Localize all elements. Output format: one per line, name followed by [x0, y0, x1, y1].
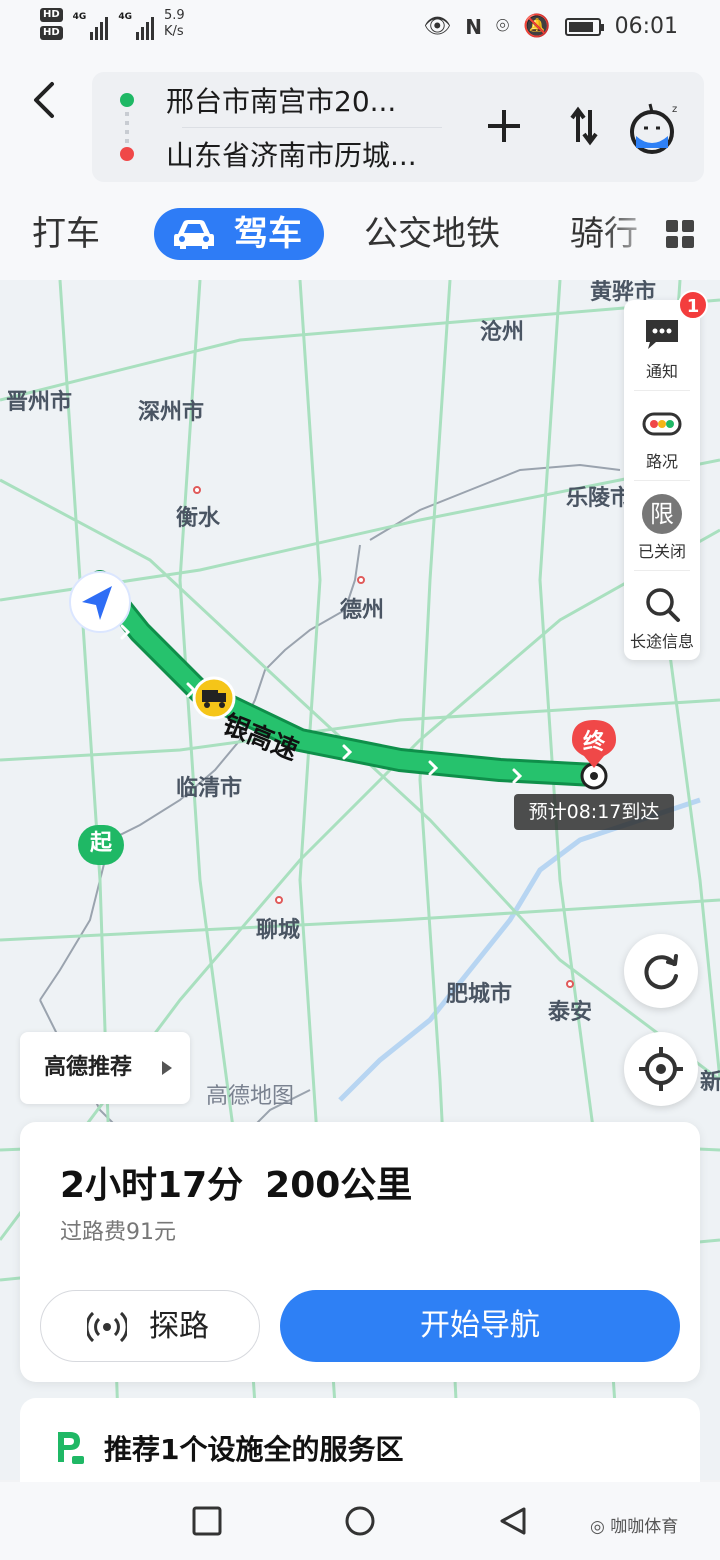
city-label: 乐陵市: [566, 486, 633, 511]
plus-icon: [488, 110, 520, 142]
destination-text: 山东省济南市历城...: [166, 139, 417, 172]
traffic-button[interactable]: 路况: [624, 390, 700, 480]
start-navigation-button[interactable]: 开始导航: [280, 1290, 680, 1362]
toll-fee: 过路费91元: [60, 1220, 176, 1245]
wechat-watermark: ◎ 咖咖体育: [590, 1512, 678, 1537]
locate-me-button[interactable]: [624, 1032, 698, 1106]
crosshair-icon: [639, 1047, 683, 1091]
end-pin-label: 终: [582, 730, 605, 755]
system-nav-bar: ◎ 咖咖体育: [0, 1482, 720, 1560]
play-triangle-icon: [162, 1061, 172, 1075]
parking-icon: [58, 1432, 84, 1464]
city-label: 晋州市: [6, 390, 73, 415]
tab-taxi[interactable]: 打车: [32, 208, 100, 260]
explore-button[interactable]: 探路: [40, 1290, 260, 1362]
tab-fade: [602, 202, 662, 268]
clock: 06:01: [614, 14, 678, 39]
more-modes-grid-icon[interactable]: [666, 220, 694, 248]
city-dot: [357, 576, 365, 584]
swap-route-button[interactable]: [560, 102, 608, 161]
wechat-icon: ◎: [590, 1517, 605, 1537]
restriction-button[interactable]: 限 已关闭: [624, 480, 700, 570]
route-input-box: 邢台市南宫市20... 山东省济南市历城... z: [92, 72, 704, 182]
svg-text:z: z: [672, 104, 677, 115]
notify-label: 通知: [645, 362, 678, 381]
city-label: 沧州: [480, 320, 525, 345]
end-pin: 终: [570, 718, 618, 770]
recommend-label: 高德推荐: [44, 1055, 133, 1080]
tab-transit[interactable]: 公交地铁: [364, 208, 500, 260]
city-label: 德州: [340, 598, 385, 623]
traffic-label: 路况: [645, 452, 678, 471]
destination-field[interactable]: 山东省济南市历城...: [92, 128, 472, 180]
recents-square-icon[interactable]: [192, 1506, 222, 1536]
city-dot: [193, 486, 201, 494]
end-marker: [570, 996, 618, 1048]
broadcast-icon: [87, 1311, 127, 1343]
distance: 200公里: [265, 1165, 413, 1206]
home-circle-icon[interactable]: [345, 1506, 375, 1536]
network-speed-unit: K/s: [163, 24, 184, 39]
origin-field[interactable]: 邢台市南宫市20...: [92, 74, 472, 126]
route-summary: 2小时17分 200公里: [60, 1156, 412, 1208]
tab-drive[interactable]: 驾车: [154, 208, 324, 260]
longtrip-info-button[interactable]: 长途信息: [624, 570, 700, 660]
city-label: 深州市: [138, 400, 205, 425]
location-icon: ⌾: [495, 14, 510, 39]
car-icon: [174, 220, 214, 249]
city-label: 临清市: [176, 776, 243, 801]
battery-icon: [564, 17, 604, 36]
bell-off-icon: 🔕: [523, 14, 551, 39]
voice-assistant-button[interactable]: z: [626, 100, 682, 156]
add-waypoint-button[interactable]: [480, 102, 528, 161]
message-icon: [646, 320, 678, 349]
city-dot: [566, 980, 574, 988]
network-speed: 5.9 K/s: [164, 8, 185, 40]
signal-2-icon: 4G: [118, 12, 154, 40]
duration: 2小时17分: [60, 1165, 244, 1206]
notification-badge: 1: [678, 290, 708, 320]
transport-mode-tabs: 打车 驾车 公交地铁 骑行: [0, 202, 720, 272]
nfc-icon: N: [465, 14, 482, 39]
status-bar: HD HD 4G 4G 5.9 K/s 👁 N ⌾ 🔕 06:01: [0, 0, 720, 54]
swap-arrows-icon: [570, 106, 598, 146]
traffic-light-icon: [642, 412, 682, 436]
explore-label: 探路: [149, 1309, 209, 1344]
origin-text: 邢台市南宫市20...: [166, 85, 397, 118]
city-dot: [275, 896, 283, 904]
city-label: 聊城: [256, 918, 301, 943]
destination-dot-icon: [120, 147, 134, 161]
city-label: 新: [700, 1070, 720, 1095]
start-marker: 起: [78, 825, 124, 865]
longtrip-label: 长途信息: [629, 632, 694, 651]
map-watermark: 高德地图: [206, 1084, 295, 1109]
refresh-icon: [644, 954, 678, 990]
route-header: 邢台市南宫市20... 山东省济南市历城... z 打车 驾车 公交地铁 骑行: [0, 54, 720, 280]
network-speed-value: 5.9: [163, 8, 185, 23]
eta-label: 预计08:17到达: [514, 794, 674, 830]
city-label: 衡水: [176, 506, 221, 531]
refresh-button[interactable]: [624, 934, 698, 1008]
tab-drive-label: 驾车: [234, 214, 302, 254]
chevron-left-icon: [34, 82, 54, 118]
origin-dot-icon: [120, 93, 134, 107]
city-label: 肥城市: [446, 982, 513, 1007]
restriction-label: 已关闭: [637, 542, 686, 561]
map-tools-panel: 通知 路况 限 已关闭 长途信息: [624, 300, 700, 660]
signal-1-icon: 4G: [73, 12, 109, 40]
eye-icon: 👁: [423, 14, 452, 39]
recommend-button[interactable]: 高德推荐: [20, 1032, 190, 1104]
back-triangle-icon[interactable]: [498, 1506, 528, 1536]
search-icon: [646, 588, 680, 622]
hd-icon: HD HD: [40, 8, 63, 40]
back-button[interactable]: [26, 78, 66, 122]
assistant-mascot-icon: z: [630, 103, 677, 154]
wechat-account: 咖咖体育: [610, 1517, 679, 1537]
route-summary-card: 2小时17分 200公里 过路费91元 探路 开始导航: [20, 1122, 700, 1382]
restriction-icon-text: 限: [650, 500, 674, 528]
service-area-text: 推荐1个设施全的服务区: [104, 1433, 404, 1466]
